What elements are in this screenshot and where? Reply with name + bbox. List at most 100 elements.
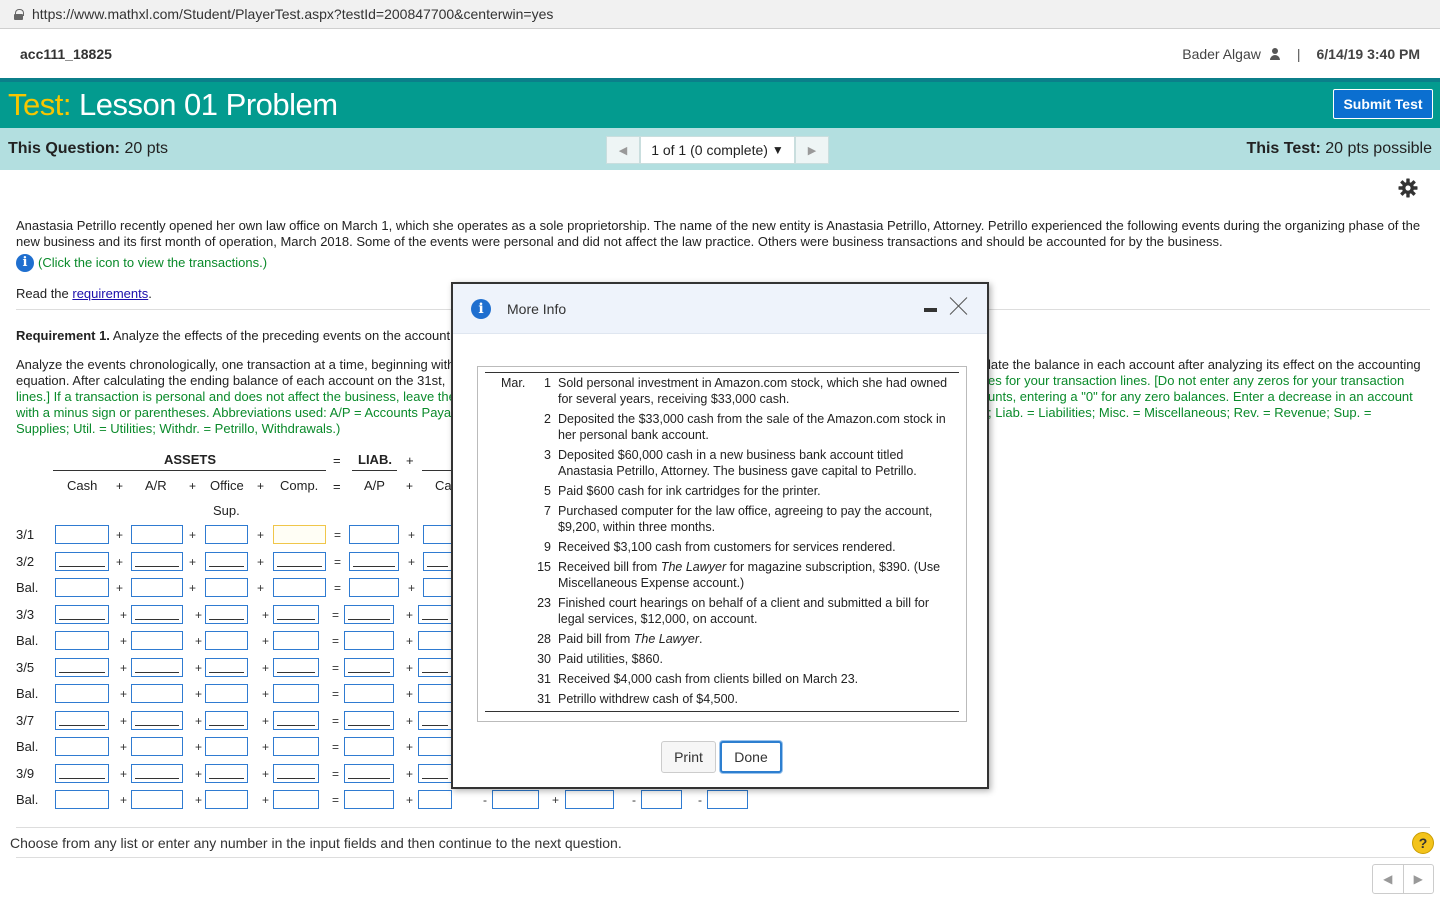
amount-input[interactable]	[205, 631, 248, 650]
help-button[interactable]: ?	[1412, 832, 1434, 854]
amount-input[interactable]	[205, 658, 248, 677]
amount-input[interactable]	[418, 631, 452, 650]
amount-input[interactable]	[344, 737, 394, 756]
amount-input[interactable]	[273, 525, 326, 544]
amount-input[interactable]	[418, 737, 452, 756]
amount-input[interactable]	[423, 578, 452, 597]
amount-input[interactable]	[273, 631, 319, 650]
amount-input[interactable]	[273, 711, 319, 730]
question-select[interactable]: 1 of 1 (0 complete) ▼	[640, 136, 795, 164]
amount-input[interactable]	[344, 605, 394, 624]
amount-input[interactable]	[131, 578, 183, 597]
next-question-button[interactable]: ▶	[795, 136, 829, 164]
amount-input[interactable]	[273, 578, 326, 597]
amount-input[interactable]	[349, 525, 399, 544]
amount-input[interactable]	[349, 578, 399, 597]
amount-input[interactable]	[205, 578, 248, 597]
amount-input[interactable]	[55, 764, 109, 783]
amount-input[interactable]	[55, 631, 109, 650]
amount-input[interactable]	[418, 605, 452, 624]
amount-input[interactable]	[418, 684, 452, 703]
amount-input[interactable]	[492, 790, 539, 809]
liab-rule	[352, 470, 397, 471]
close-icon[interactable]	[949, 296, 969, 316]
transaction-day: 7	[544, 504, 551, 518]
instr-line: Supplies; Util. = Utilities; Withdr. = P…	[16, 421, 341, 436]
prev-question-button[interactable]: ◀	[606, 136, 640, 164]
transaction-month	[485, 411, 531, 443]
amount-input[interactable]	[565, 790, 614, 809]
amount-input[interactable]	[55, 684, 109, 703]
amount-input[interactable]	[55, 552, 109, 571]
amount-input[interactable]	[131, 737, 183, 756]
amount-input[interactable]	[273, 552, 326, 571]
amount-input[interactable]	[55, 578, 109, 597]
transaction-month: Mar.	[501, 376, 526, 390]
amount-input[interactable]	[273, 605, 319, 624]
transactions-info-link[interactable]: i (Click the icon to view the transactio…	[16, 254, 1426, 272]
amount-input[interactable]	[205, 525, 248, 544]
amount-input[interactable]	[205, 790, 248, 809]
amount-input[interactable]	[131, 552, 183, 571]
amount-input[interactable]	[273, 764, 319, 783]
amount-input[interactable]	[641, 790, 682, 809]
amount-input[interactable]	[131, 525, 183, 544]
amount-input[interactable]	[55, 790, 109, 809]
user-icon[interactable]	[1269, 47, 1281, 60]
info-link-text[interactable]: (Click the icon to view the transactions…	[38, 255, 267, 271]
amount-input[interactable]	[423, 552, 452, 571]
amount-input[interactable]	[205, 684, 248, 703]
plus-sign: +	[195, 793, 203, 807]
amount-input[interactable]	[344, 658, 394, 677]
transaction-row: 31 Received $4,000 cash from clients bill…	[485, 671, 959, 687]
amount-input[interactable]	[131, 631, 183, 650]
amount-input[interactable]	[273, 737, 319, 756]
amount-input[interactable]	[205, 605, 248, 624]
read-prefix: Read the	[16, 286, 73, 301]
amount-input[interactable]	[205, 737, 248, 756]
transaction-day: 9	[544, 540, 551, 554]
amount-input[interactable]	[131, 790, 183, 809]
amount-input[interactable]	[55, 737, 109, 756]
amount-input[interactable]	[55, 711, 109, 730]
info-icon[interactable]: i	[16, 254, 34, 272]
amount-input[interactable]	[418, 658, 452, 677]
requirements-link[interactable]: requirements	[72, 286, 148, 301]
amount-input[interactable]	[205, 552, 248, 571]
amount-input[interactable]	[423, 525, 452, 544]
amount-input[interactable]	[344, 764, 394, 783]
done-button[interactable]: Done	[720, 741, 782, 773]
user-name[interactable]: Bader Algaw	[1182, 46, 1261, 62]
amount-input[interactable]	[273, 684, 319, 703]
gear-icon[interactable]	[1398, 178, 1418, 198]
amount-input[interactable]	[205, 764, 248, 783]
amount-input[interactable]	[418, 764, 452, 783]
plus-sign: +	[257, 581, 265, 595]
submit-test-button[interactable]: Submit Test	[1333, 89, 1433, 119]
amount-input[interactable]	[131, 605, 183, 624]
amount-input[interactable]	[344, 711, 394, 730]
print-button[interactable]: Print	[661, 741, 716, 773]
amount-input[interactable]	[131, 711, 183, 730]
amount-input[interactable]	[349, 552, 399, 571]
amount-input[interactable]	[707, 790, 748, 809]
amount-input[interactable]	[344, 790, 394, 809]
amount-input[interactable]	[273, 658, 319, 677]
transaction-month	[485, 503, 531, 535]
amount-input[interactable]	[205, 711, 248, 730]
prev-page-button[interactable]: ◀	[1373, 865, 1404, 893]
amount-input[interactable]	[418, 711, 452, 730]
amount-input[interactable]	[273, 790, 319, 809]
amount-input[interactable]	[55, 605, 109, 624]
amount-input[interactable]	[418, 790, 452, 809]
address-bar[interactable]: https://www.mathxl.com/Student/PlayerTes…	[0, 0, 1440, 29]
amount-input[interactable]	[55, 525, 109, 544]
next-page-button[interactable]: ▶	[1404, 865, 1434, 893]
amount-input[interactable]	[55, 658, 109, 677]
amount-input[interactable]	[131, 658, 183, 677]
amount-input[interactable]	[131, 764, 183, 783]
amount-input[interactable]	[344, 631, 394, 650]
amount-input[interactable]	[131, 684, 183, 703]
minimize-icon[interactable]	[924, 308, 937, 312]
amount-input[interactable]	[344, 684, 394, 703]
